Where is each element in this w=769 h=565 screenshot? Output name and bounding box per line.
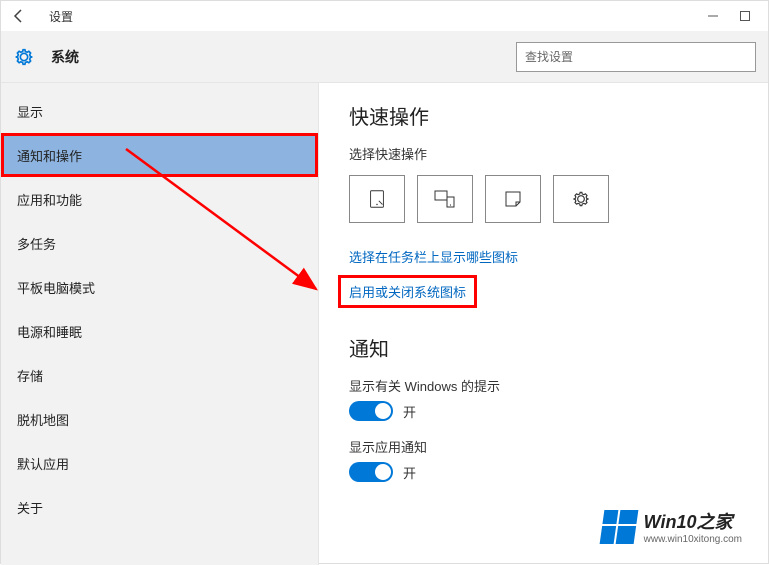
search-placeholder: 查找设置 — [525, 48, 573, 65]
window-controls — [706, 9, 764, 23]
sidebar-item-default-apps[interactable]: 默认应用 — [1, 441, 318, 485]
toggle-app-notifications[interactable] — [349, 462, 393, 482]
notifications-heading: 通知 — [349, 333, 768, 362]
section-title: 系统 — [51, 47, 79, 67]
sidebar-item-storage[interactable]: 存储 — [1, 353, 318, 397]
quick-actions-heading: 快速操作 — [349, 101, 768, 130]
toggle-windows-tips[interactable] — [349, 401, 393, 421]
header: 系统 查找设置 — [1, 31, 768, 83]
option-windows-tips-label: 显示有关 Windows 的提示 — [349, 376, 768, 395]
watermark-brand: Win10之家 — [644, 508, 742, 534]
sidebar-item-label: 电源和睡眠 — [17, 322, 82, 341]
quick-action-note[interactable] — [485, 175, 541, 223]
toggle-app-notifications-state: 开 — [403, 463, 416, 482]
sidebar-item-label: 通知和操作 — [17, 146, 82, 165]
sidebar-item-label: 关于 — [17, 498, 43, 517]
titlebar: 设置 — [1, 1, 768, 31]
quick-action-settings[interactable] — [553, 175, 609, 223]
sidebar-item-label: 默认应用 — [17, 454, 69, 473]
sidebar-item-power[interactable]: 电源和睡眠 — [1, 309, 318, 353]
option-app-notifications-label: 显示应用通知 — [349, 437, 768, 456]
watermark: Win10之家 www.win10xitong.com — [602, 508, 742, 545]
sidebar-item-label: 存储 — [17, 366, 43, 385]
search-input[interactable]: 查找设置 — [516, 42, 756, 72]
gear-icon — [13, 46, 35, 68]
windows-logo-icon — [599, 510, 638, 544]
quick-actions-subtitle: 选择快速操作 — [349, 144, 768, 163]
toggle-windows-tips-state: 开 — [403, 402, 416, 421]
watermark-url: www.win10xitong.com — [644, 534, 742, 545]
note-icon — [503, 189, 523, 209]
sidebar: 显示 通知和操作 应用和功能 多任务 平板电脑模式 电源和睡眠 存储 脱机地图 … — [1, 83, 319, 565]
minimize-button[interactable] — [706, 9, 720, 23]
back-arrow-icon — [11, 8, 27, 24]
link-taskbar-icons[interactable]: 选择在任务栏上显示哪些图标 — [349, 247, 518, 266]
sidebar-item-label: 应用和功能 — [17, 190, 82, 209]
sidebar-item-label: 显示 — [17, 102, 43, 121]
settings-icon — [571, 189, 591, 209]
quick-action-connect[interactable] — [417, 175, 473, 223]
sidebar-item-label: 脱机地图 — [17, 410, 69, 429]
minimize-icon — [707, 10, 719, 22]
quick-action-tablet[interactable] — [349, 175, 405, 223]
sidebar-item-maps[interactable]: 脱机地图 — [1, 397, 318, 441]
maximize-button[interactable] — [738, 9, 752, 23]
content-area: 快速操作 选择快速操作 选择在任务栏上显示哪些图标 启用或关闭系统图标 通知 显… — [319, 83, 768, 565]
connect-icon — [433, 189, 457, 209]
sidebar-item-label: 多任务 — [17, 234, 56, 253]
sidebar-item-label: 平板电脑模式 — [17, 278, 95, 297]
maximize-icon — [739, 10, 751, 22]
tablet-icon — [366, 188, 388, 210]
back-button[interactable] — [5, 2, 33, 30]
sidebar-item-tablet[interactable]: 平板电脑模式 — [1, 265, 318, 309]
quick-actions-row — [349, 175, 768, 223]
sidebar-item-about[interactable]: 关于 — [1, 485, 318, 529]
sidebar-item-display[interactable]: 显示 — [1, 89, 318, 133]
sidebar-item-apps[interactable]: 应用和功能 — [1, 177, 318, 221]
window-title: 设置 — [49, 8, 73, 25]
link-system-icons[interactable]: 启用或关闭系统图标 — [341, 278, 474, 305]
sidebar-item-notifications[interactable]: 通知和操作 — [1, 133, 318, 177]
sidebar-item-multitask[interactable]: 多任务 — [1, 221, 318, 265]
